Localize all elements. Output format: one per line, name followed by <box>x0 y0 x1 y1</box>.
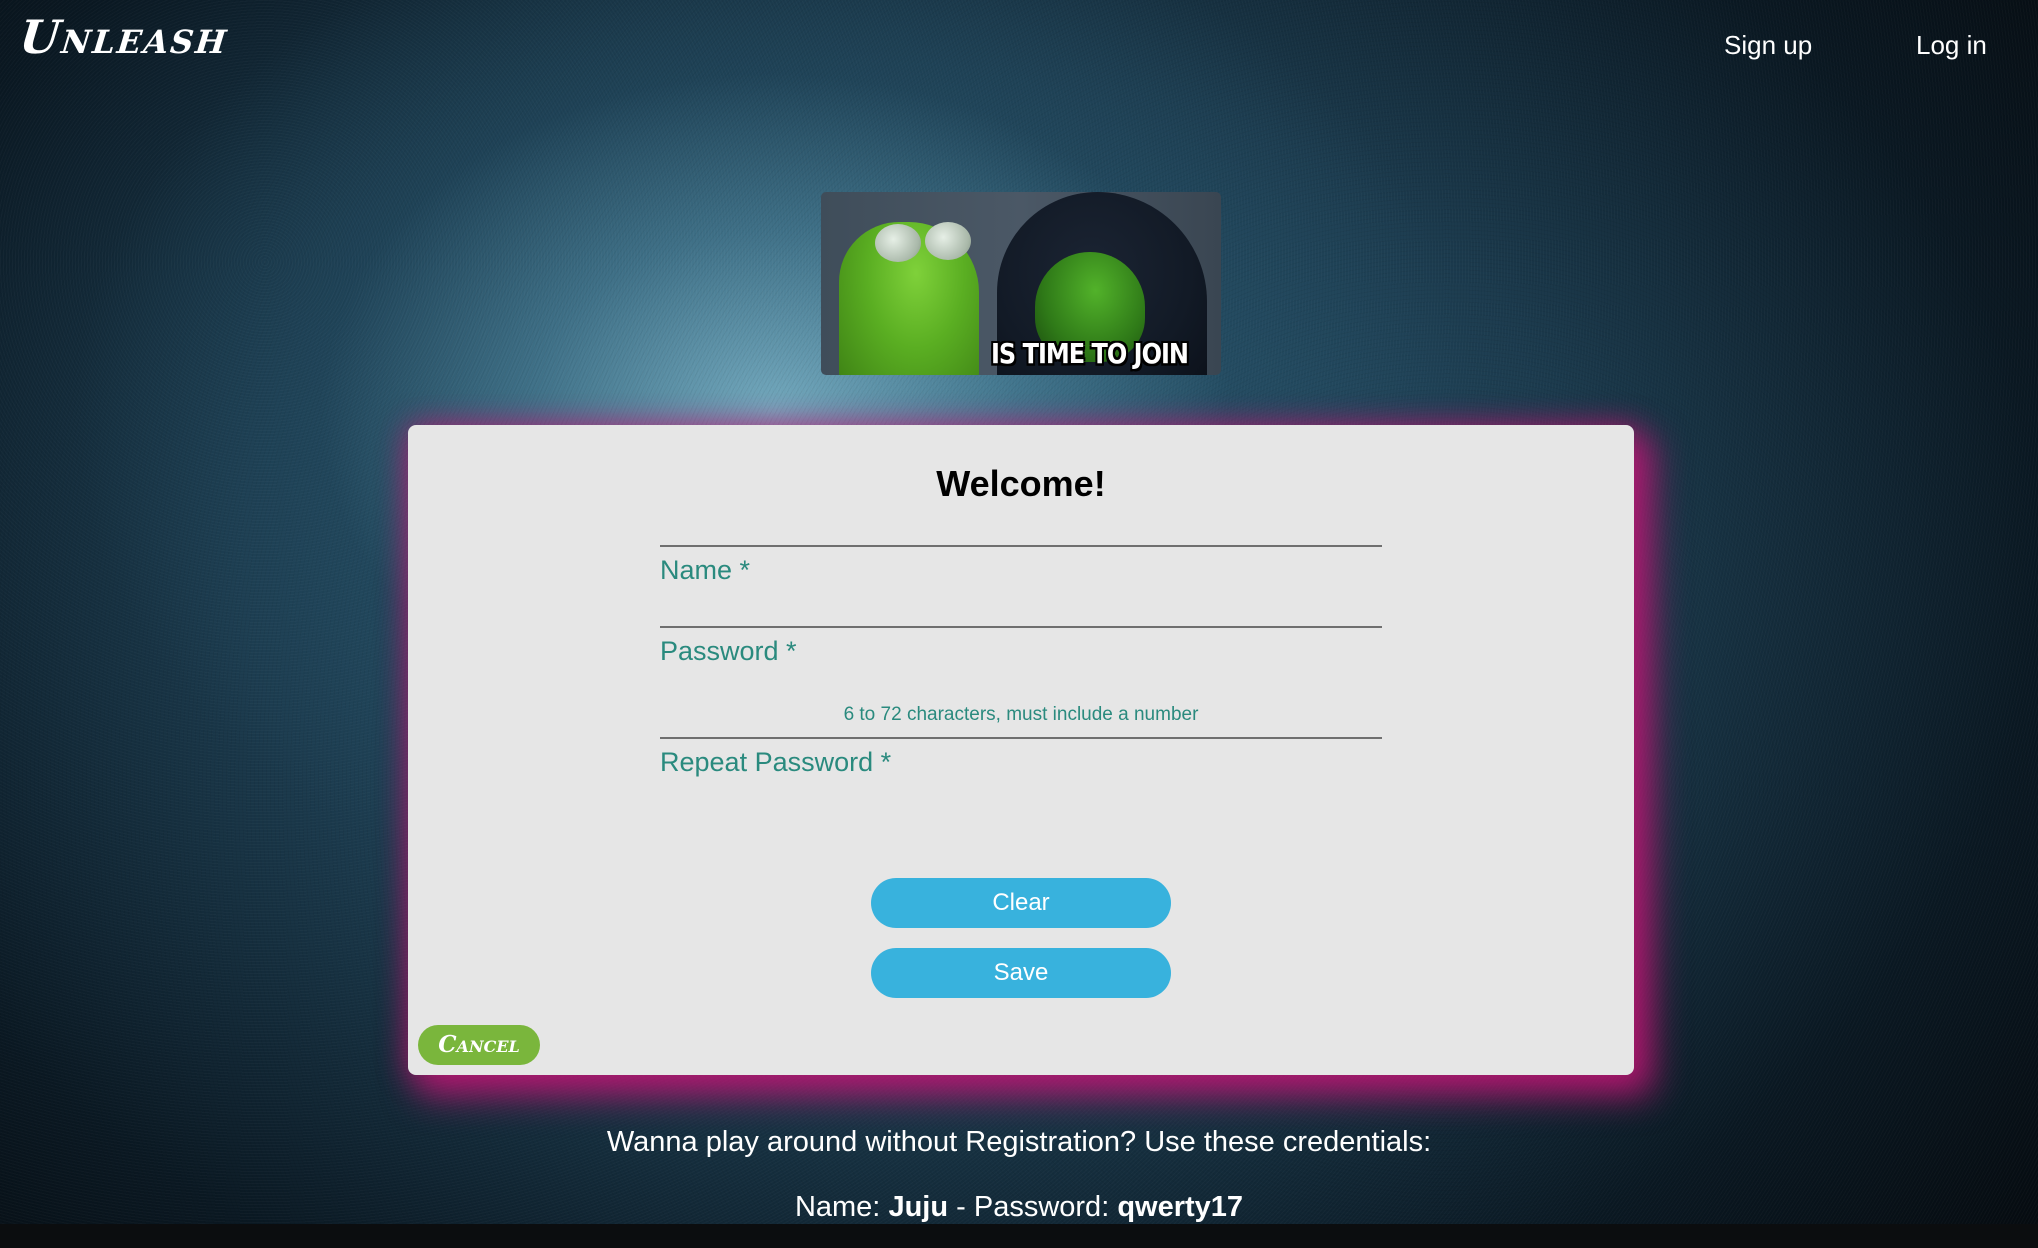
name-underline <box>660 545 1382 547</box>
meme-caption: IS TIME TO JOIN <box>991 337 1189 371</box>
password-label: Password * <box>660 636 797 666</box>
save-button[interactable]: Save <box>871 948 1171 998</box>
clear-button[interactable]: Clear <box>871 878 1171 928</box>
nav-login-link[interactable]: Log in <box>1916 30 1987 61</box>
brand-logo[interactable]: Unleash <box>17 10 231 64</box>
meme-banner-image: IS TIME TO JOIN <box>821 192 1221 375</box>
nav-signup-link[interactable]: Sign up <box>1724 30 1812 61</box>
password-underline <box>660 626 1382 628</box>
credentials-name-prefix: Name: <box>794 1191 881 1223</box>
cancel-button[interactable]: Cancel <box>418 1025 540 1065</box>
credentials-password-prefix: Password: <box>973 1191 1110 1223</box>
kermit-eye <box>875 224 921 262</box>
name-input[interactable] <box>660 503 1386 545</box>
name-label: Name * <box>660 555 751 585</box>
repeat-password-underline <box>660 737 1382 739</box>
credentials-separator: - <box>956 1191 966 1223</box>
form-title: Welcome! <box>936 463 1106 504</box>
guest-credentials: Name: Juju - Password: qwerty17 <box>0 1191 2038 1224</box>
credentials-name-value: Juju <box>888 1191 949 1223</box>
kermit-eye <box>925 222 971 260</box>
guest-access-text: Wanna play around without Registration? … <box>606 1126 1432 1158</box>
password-input[interactable] <box>660 584 1386 626</box>
registration-card: Welcome! Name * Password * 6 to 72 chara… <box>408 425 1634 1075</box>
repeat-password-label: Repeat Password * <box>660 747 892 777</box>
bottom-bar <box>0 1224 2038 1248</box>
repeat-password-input[interactable] <box>660 695 1386 737</box>
credentials-password-value: qwerty17 <box>1117 1191 1244 1223</box>
